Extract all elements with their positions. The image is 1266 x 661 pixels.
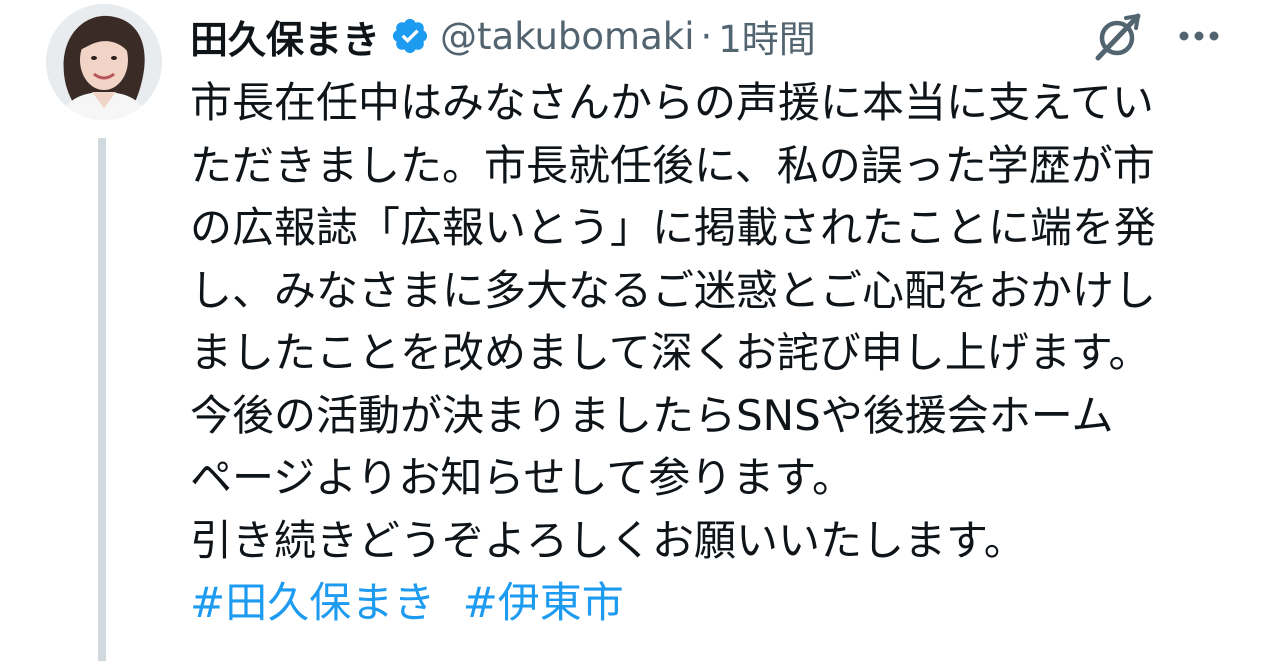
hashtag-link[interactable]: #田久保まき	[190, 578, 435, 627]
avatar[interactable]	[46, 4, 162, 120]
timestamp[interactable]: 1時間	[718, 9, 816, 63]
tweet-text-line: 今後の活動が決まりましたらSNSや後援会ホーム	[190, 390, 1114, 440]
tweet-text-line: の広報誌「広報いとう」に掲載されたことに端を発	[190, 203, 1157, 252]
thread-line	[98, 138, 106, 661]
grok-icon[interactable]	[1090, 10, 1144, 64]
tweet-text: 市長在任中はみなさんからの声援に本当に支えてい ただきました。市長就任後に、私の…	[190, 72, 1240, 635]
tweet-text-line: ただきました。市長就任後に、私の誤った学歴が市	[190, 140, 1155, 190]
separator-dot: ·	[700, 14, 713, 58]
verified-badge-icon	[390, 16, 430, 56]
hashtag-list: #田久保まき #伊東市	[190, 572, 1240, 635]
more-icon[interactable]	[1172, 18, 1226, 54]
display-name[interactable]: 田久保まき	[190, 9, 380, 64]
tweet[interactable]: 田久保まき @takubomaki · 1時間 市長在任中はみなさんからの声援に…	[0, 0, 1266, 661]
tweet-text-line: 引き続きどうぞよろしくお願いいたします。	[190, 515, 1026, 565]
tweet-text-line: し、みなさまに多大なるご迷惑とご心配をおかけし	[190, 265, 1157, 315]
handle[interactable]: @takubomaki	[440, 15, 694, 58]
hashtag-link[interactable]: #伊東市	[463, 578, 624, 627]
tweet-text-line: ましたことを改めまして深くお詫び申し上げます。	[190, 328, 1151, 377]
profile-photo	[46, 4, 162, 120]
tweet-text-line: ページよりお知らせして参ります。	[190, 453, 855, 502]
tweet-text-line: 市長在任中はみなさんからの声援に本当に支えてい	[190, 78, 1154, 127]
tweet-header: 田久保まき @takubomaki · 1時間	[190, 6, 816, 66]
